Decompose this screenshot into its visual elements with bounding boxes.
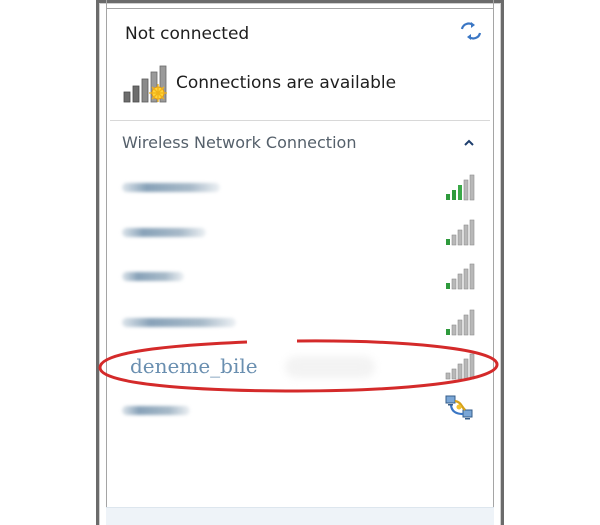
header-separator <box>110 120 490 121</box>
network-name-blurred <box>122 228 206 237</box>
network-name-blurred <box>122 183 220 192</box>
network-list-item[interactable] <box>110 212 490 252</box>
refresh-icon[interactable] <box>458 20 484 42</box>
network-list-item[interactable] <box>110 302 490 342</box>
network-name-blurred <box>122 272 184 281</box>
frame-inner-border-left <box>106 0 107 525</box>
chevron-up-icon[interactable] <box>463 138 475 148</box>
frame-inner-border-top <box>106 8 494 9</box>
network-flyout-screenshot: Not connected Connections are available … <box>0 0 600 525</box>
section-title[interactable]: Wireless Network Connection <box>122 133 356 152</box>
connection-status-title: Not connected <box>125 24 250 44</box>
network-list-item[interactable] <box>110 167 490 207</box>
network-name-blurred <box>122 406 190 415</box>
network-list-item[interactable] <box>110 390 490 430</box>
network-name-blurred <box>122 318 236 327</box>
adhoc-network-icon <box>445 395 473 420</box>
connections-available-text: Connections are available <box>176 73 397 93</box>
signal-with-star-icon <box>123 65 167 103</box>
flyout-footer <box>106 507 494 525</box>
highlight-ring <box>98 339 499 393</box>
signal-strength-icon <box>446 263 475 290</box>
signal-strength-icon <box>446 174 475 201</box>
frame-inner-border-right <box>493 0 494 525</box>
signal-strength-icon <box>446 309 475 336</box>
network-list-item[interactable] <box>110 256 490 296</box>
signal-strength-icon <box>446 219 475 246</box>
